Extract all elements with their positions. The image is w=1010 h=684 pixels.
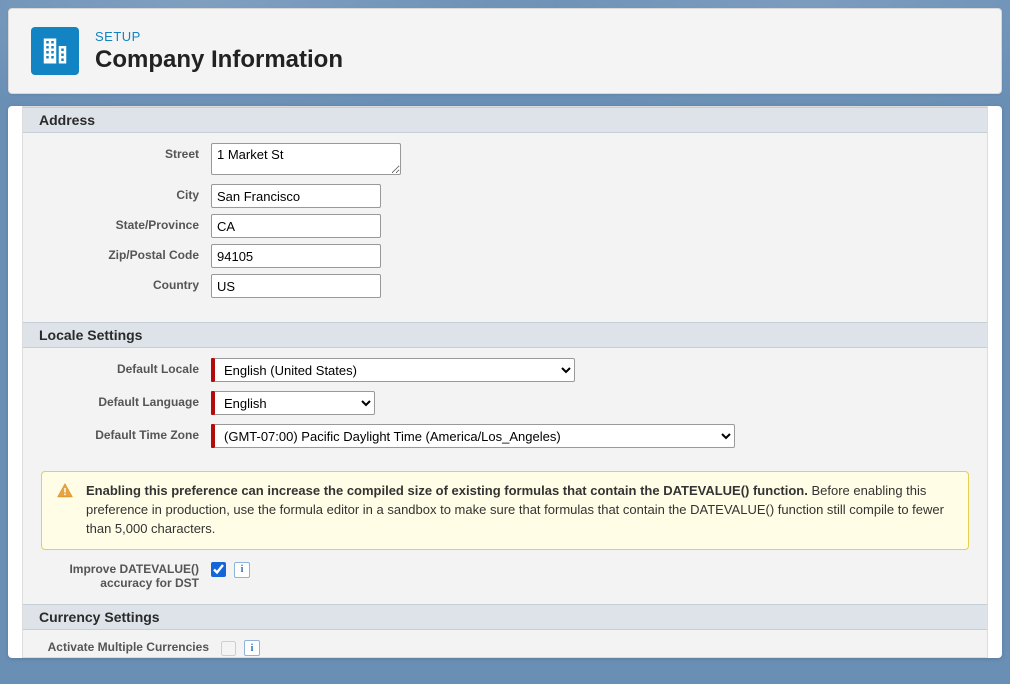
datevalue-warning: Enabling this preference can increase th… [41,471,969,550]
page-header: SETUP Company Information [8,8,1002,94]
label-default-timezone: Default Time Zone [41,424,211,442]
label-street: Street [41,143,211,161]
country-input[interactable] [211,274,381,298]
building-icon [31,27,79,75]
street-input[interactable]: 1 Market St [211,143,401,175]
section-body-address: Street 1 Market St City State/Province Z… [23,133,987,322]
default-locale-select[interactable]: English (United States) [215,358,575,382]
label-datevalue: Improve DATEVALUE() accuracy for DST [41,562,211,591]
default-language-select[interactable]: English [215,391,375,415]
label-zip: Zip/Postal Code [41,244,211,262]
section-header-address: Address [23,107,987,133]
city-input[interactable] [211,184,381,208]
info-icon[interactable]: i [234,562,250,578]
section-header-currency: Currency Settings [23,604,987,630]
section-header-locale: Locale Settings [23,322,987,348]
label-city: City [41,184,211,202]
page-title: Company Information [95,46,343,74]
label-state: State/Province [41,214,211,232]
label-default-language: Default Language [41,391,211,409]
label-activate-currencies: Activate Multiple Currencies [41,640,221,654]
breadcrumb: SETUP [95,29,343,44]
info-icon[interactable]: i [244,640,260,656]
content-scroll[interactable]: Address Street 1 Market St City State/Pr… [22,106,988,658]
section-body-locale: Default Locale English (United States) D… [23,348,987,463]
default-timezone-select[interactable]: (GMT-07:00) Pacific Daylight Time (Ameri… [215,424,735,448]
activate-currencies-row: Activate Multiple Currencies i [23,630,987,658]
activate-currencies-checkbox[interactable] [221,641,236,656]
datevalue-checkbox[interactable] [211,562,226,577]
label-default-locale: Default Locale [41,358,211,376]
zip-input[interactable] [211,244,381,268]
content-panel: Address Street 1 Market St City State/Pr… [8,106,1002,658]
warning-icon [56,482,74,539]
state-input[interactable] [211,214,381,238]
label-country: Country [41,274,211,292]
datevalue-row: Improve DATEVALUE() accuracy for DST i [23,558,987,605]
warning-bold-text: Enabling this preference can increase th… [86,483,808,498]
